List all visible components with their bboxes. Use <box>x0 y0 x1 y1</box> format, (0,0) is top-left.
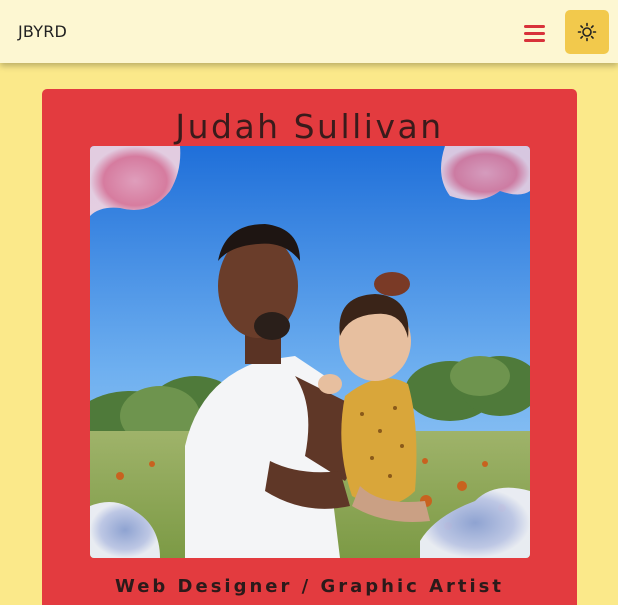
menu-bar <box>524 38 545 42</box>
menu-bar <box>524 24 545 28</box>
sun-icon <box>577 22 597 42</box>
menu-bar <box>524 31 545 35</box>
hero-card: Judah Sullivan Web Designer / Graphic Ar… <box>42 89 577 605</box>
page-title: Judah Sullivan <box>175 107 444 146</box>
profile-photo <box>90 146 530 558</box>
navbar: JBYRD <box>0 0 618 63</box>
hamburger-menu-icon[interactable] <box>524 22 550 44</box>
hero-subtitle: Web Designer / Graphic Artist <box>114 576 504 597</box>
theme-toggle-button[interactable] <box>565 10 609 54</box>
brand-logo-link[interactable]: JBYRD <box>18 22 67 41</box>
